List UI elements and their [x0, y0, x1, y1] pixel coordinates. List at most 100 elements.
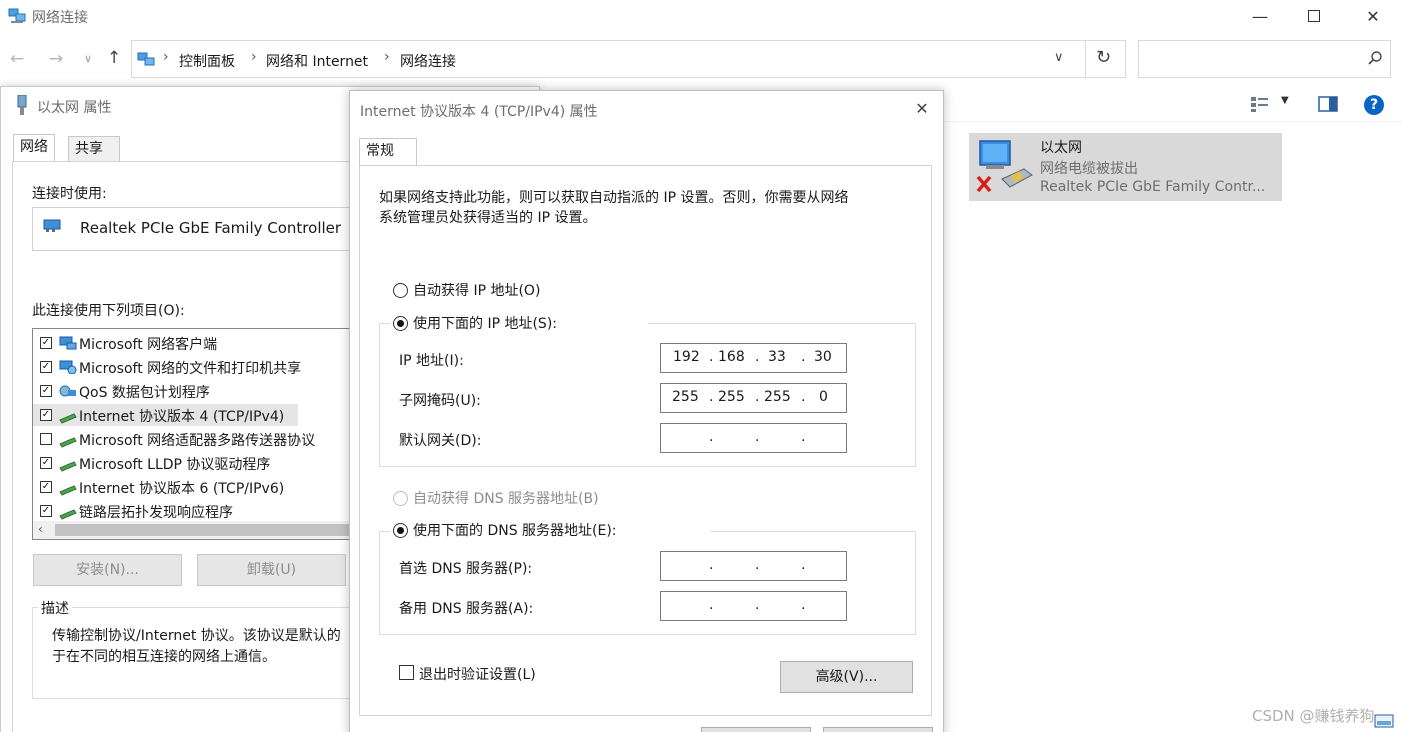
up-button[interactable]: ↑: [107, 48, 121, 68]
tab-general[interactable]: 常规: [359, 138, 417, 166]
refresh-icon[interactable]: ↻: [1096, 47, 1111, 68]
preview-pane-button[interactable]: [1318, 96, 1338, 116]
close-window-button[interactable]: ✕: [1350, 0, 1396, 32]
item-label: Microsoft 网络客户端: [79, 337, 218, 353]
advanced-button[interactable]: 高级(V)...: [780, 661, 913, 693]
list-item[interactable]: Microsoft 网络适配器多路传送器协议: [33, 428, 361, 450]
advanced-label: 高级(V)...: [815, 669, 878, 685]
validate-label: 退出时验证设置(L): [419, 667, 536, 683]
auto-ip-radio[interactable]: 自动获得 IP 地址(O): [393, 280, 593, 300]
item-checkbox[interactable]: ✓: [40, 361, 52, 373]
back-button[interactable]: ←: [10, 49, 24, 69]
item-label: 链路层拓扑发现响应程序: [79, 505, 233, 521]
item-checkbox[interactable]: ✓: [40, 505, 52, 517]
window-icon: [8, 8, 26, 24]
ok-button[interactable]: [701, 727, 811, 732]
ip-dot: .: [709, 349, 714, 365]
install-button[interactable]: 安装(N)...: [33, 554, 182, 586]
help-icon: ?: [1369, 97, 1379, 113]
gateway-field[interactable]: . . .: [660, 423, 847, 453]
forward-button[interactable]: →: [49, 49, 63, 69]
close-icon: ✕: [915, 99, 929, 118]
view-options-icon: [1251, 96, 1269, 116]
change-view-button[interactable]: ▼: [1251, 95, 1291, 116]
intro-line-2: 系统管理员处获得适当的 IP 设置。: [379, 210, 597, 226]
auto-dns-radio-circle[interactable]: [393, 491, 408, 506]
item-checkbox[interactable]: ✓: [40, 481, 52, 493]
item-label: Internet 协议版本 6 (TCP/IPv6): [79, 481, 285, 497]
subnet-mask-field[interactable]: 255 . 255 . 255 . 0: [660, 383, 847, 413]
protocol-icon: [59, 506, 77, 520]
horizontal-scrollbar[interactable]: ‹: [33, 521, 361, 539]
ethernet-connection-item[interactable]: 以太网 网络电缆被拔出 Realtek PCIe GbE Family Cont…: [969, 133, 1282, 201]
search-icon: [1367, 50, 1383, 66]
ip-address-label: IP 地址(I):: [399, 353, 464, 369]
gateway-label: 默认网关(D):: [399, 433, 482, 449]
address-bar[interactable]: › 控制面板 › 网络和 Internet › 网络连接 ∨ ↻: [131, 40, 1126, 78]
address-dropdown-icon[interactable]: ∨: [1054, 50, 1064, 65]
breadcrumb-network-internet[interactable]: 网络和 Internet: [266, 51, 368, 71]
watermark: CSDN @赚钱养狗: [1252, 707, 1375, 725]
item-checkbox[interactable]: ✓: [40, 409, 52, 421]
ip-dot: .: [801, 557, 806, 573]
preview-pane-icon: [1318, 96, 1338, 116]
forward-arrow-icon: →: [49, 49, 64, 69]
cancel-button[interactable]: [823, 727, 933, 732]
list-item[interactable]: ✓ Internet 协议版本 6 (TCP/IPv6): [33, 476, 361, 498]
tab-network[interactable]: 网络: [13, 134, 55, 162]
close-dialog-button[interactable]: ✕: [904, 95, 940, 123]
auto-dns-radio[interactable]: 自动获得 DNS 服务器地址(B): [393, 488, 653, 508]
network-folder-icon: [137, 51, 155, 67]
protocol-icon: [59, 458, 77, 472]
list-item[interactable]: ✓ Microsoft LLDP 协议驱动程序: [33, 452, 361, 474]
breadcrumb-control-panel[interactable]: 控制面板: [179, 51, 235, 71]
auto-ip-label: 自动获得 IP 地址(O): [413, 283, 541, 299]
items-list[interactable]: ✓ Microsoft 网络客户端 ✓ Microsoft 网络的文件和打印机共…: [32, 328, 362, 540]
minimize-button[interactable]: —: [1237, 0, 1283, 32]
alternate-dns-field[interactable]: . . .: [660, 591, 847, 621]
item-checkbox[interactable]: [40, 433, 52, 445]
connection-status: 网络电缆被拔出: [1040, 161, 1138, 177]
tab-sharing[interactable]: 共享: [68, 136, 120, 162]
ipv4-properties-dialog: Internet 协议版本 4 (TCP/IPv4) 属性 ✕ 常规 如果网络支…: [349, 90, 944, 732]
ip-dot: .: [755, 557, 760, 573]
ip-dot: .: [709, 557, 714, 573]
list-item[interactable]: ✓ QoS 数据包计划程序: [33, 380, 361, 402]
description-line-2: 于在不同的相互连接的网络上通信。: [52, 649, 276, 665]
breadcrumb-separator-icon: ›: [251, 49, 257, 65]
manual-dns-radio[interactable]: 使用下面的 DNS 服务器地址(E):: [390, 520, 710, 540]
recent-locations-button[interactable]: ∨: [84, 52, 92, 65]
manual-dns-radio-circle[interactable]: [393, 523, 408, 538]
item-checkbox[interactable]: ✓: [40, 385, 52, 397]
auto-dns-label: 自动获得 DNS 服务器地址(B): [413, 491, 599, 507]
help-button[interactable]: ?: [1364, 95, 1384, 115]
scroll-thumb[interactable]: [55, 524, 355, 536]
auto-ip-radio-circle[interactable]: [393, 283, 408, 298]
ip-address-field[interactable]: 192 . 168 . 33 . 30: [660, 343, 847, 373]
preferred-dns-label: 首选 DNS 服务器(P):: [399, 561, 533, 577]
alternate-dns-label: 备用 DNS 服务器(A):: [399, 601, 534, 617]
validate-checkbox[interactable]: 退出时验证设置(L): [399, 664, 599, 684]
qos-icon: [59, 384, 77, 398]
manual-ip-radio-circle[interactable]: [393, 316, 408, 331]
search-box[interactable]: [1138, 40, 1391, 78]
validate-checkbox-box[interactable]: [399, 665, 414, 680]
address-divider: [1085, 41, 1086, 77]
item-checkbox[interactable]: ✓: [40, 457, 52, 469]
tab-network-label: 网络: [20, 139, 48, 155]
list-item[interactable]: ✓ Microsoft 网络客户端: [33, 332, 361, 354]
preferred-dns-field[interactable]: . . .: [660, 551, 847, 581]
maximize-button[interactable]: [1291, 0, 1337, 32]
list-item-selected[interactable]: ✓ Internet 协议版本 4 (TCP/IPv4): [33, 404, 298, 426]
manual-ip-radio[interactable]: 使用下面的 IP 地址(S):: [390, 313, 648, 333]
protocol-icon: [59, 434, 77, 448]
mask-octet: 255: [718, 389, 745, 405]
ip-octet: 192: [673, 349, 700, 365]
breadcrumb-network-connections[interactable]: 网络连接: [400, 51, 456, 71]
breadcrumb-separator-icon: ›: [163, 49, 169, 65]
item-checkbox[interactable]: ✓: [40, 337, 52, 349]
list-item[interactable]: ✓ 链路层拓扑发现响应程序: [33, 500, 361, 522]
scroll-left-icon[interactable]: ‹: [38, 522, 43, 536]
list-item[interactable]: ✓ Microsoft 网络的文件和打印机共享: [33, 356, 361, 378]
uninstall-button[interactable]: 卸载(U): [197, 554, 346, 586]
